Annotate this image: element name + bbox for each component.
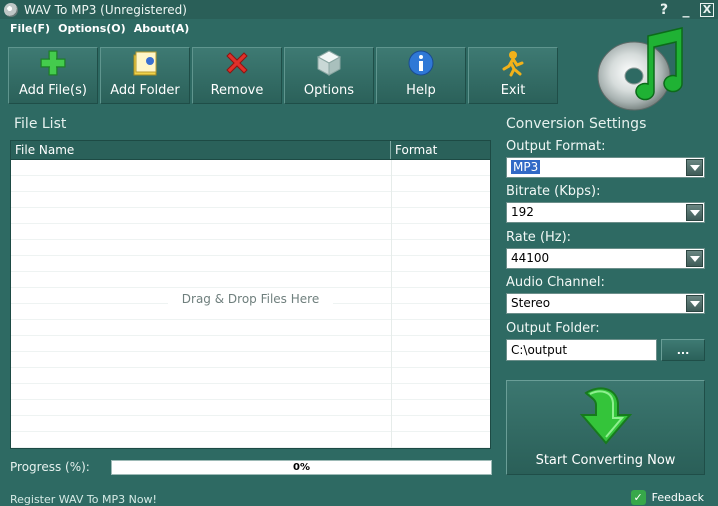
toolbar: Add File(s) Add Folder Remove Options He… [8, 47, 558, 104]
column-header-format[interactable]: Format [391, 141, 490, 159]
remove-label: Remove [210, 83, 264, 98]
title-bar: WAV To MP3 (Unregistered) ? _ X [0, 0, 718, 19]
plus-icon [39, 49, 67, 77]
menu-file[interactable]: File(F) [10, 22, 50, 38]
rate-value: 44100 [511, 251, 550, 265]
add-files-label: Add File(s) [19, 83, 87, 98]
exit-label: Exit [500, 83, 526, 98]
app-disc-icon [4, 2, 18, 17]
add-folder-label: Add Folder [110, 83, 180, 98]
feedback-label: Feedback [651, 491, 704, 504]
progress-bar: 0% [111, 460, 492, 475]
browse-folder-button[interactable]: ... [661, 339, 705, 361]
chevron-down-icon[interactable] [686, 204, 703, 221]
window-title: WAV To MP3 (Unregistered) [24, 2, 187, 17]
settings-title: Conversion Settings [506, 116, 647, 132]
options-label: Options [303, 83, 355, 98]
rate-label: Rate (Hz): [506, 230, 572, 245]
output-format-label: Output Format: [506, 139, 606, 154]
progress-label: Progress (%): [10, 460, 90, 474]
drop-hint-text: Drag & Drop Files Here [167, 292, 334, 306]
help-label: Help [406, 83, 436, 98]
menu-bar: File(F) Options(O) About(A) [10, 22, 189, 38]
column-header-file-name[interactable]: File Name [11, 141, 391, 159]
bitrate-label: Bitrate (Kbps): [506, 184, 601, 199]
menu-about[interactable]: About(A) [134, 22, 190, 38]
audio-channel-value: Stereo [511, 296, 551, 310]
audio-channel-label: Audio Channel: [506, 275, 605, 290]
register-link[interactable]: Register WAV To MP3 Now! [10, 493, 157, 506]
chevron-down-icon[interactable] [686, 250, 703, 267]
rate-select[interactable]: 44100 [506, 248, 705, 269]
window-controls: ? _ X [656, 0, 714, 19]
cd-music-logo [596, 22, 692, 118]
bitrate-value: 192 [511, 205, 534, 219]
help-button[interactable]: ? [656, 2, 672, 18]
file-list-header: File Name Format [11, 141, 490, 160]
exit-button[interactable]: Exit [468, 47, 558, 104]
file-list-title: File List [14, 116, 67, 132]
start-converting-label: Start Converting Now [535, 453, 676, 468]
folder-icon [131, 49, 159, 77]
output-folder-label: Output Folder: [506, 321, 600, 336]
start-converting-button[interactable]: Start Converting Now [506, 380, 705, 475]
bitrate-select[interactable]: 192 [506, 202, 705, 223]
add-folder-button[interactable]: Add Folder [100, 47, 190, 104]
green-down-arrow-icon [578, 385, 634, 445]
minimize-button[interactable]: _ [678, 2, 694, 18]
chevron-down-icon[interactable] [686, 295, 703, 312]
chevron-down-icon[interactable] [686, 159, 703, 176]
feedback-link[interactable]: ✓ Feedback [630, 490, 704, 505]
drop-hint: Drag & Drop Files Here [11, 292, 490, 306]
file-list[interactable]: File Name Format Drag & Drop Files Here [10, 140, 491, 449]
output-folder-input[interactable]: C:\output [506, 339, 657, 361]
add-files-button[interactable]: Add File(s) [8, 47, 98, 104]
info-icon [407, 49, 435, 77]
output-format-value: MP3 [511, 160, 541, 174]
output-format-select[interactable]: MP3 [506, 157, 705, 178]
file-list-body[interactable]: Drag & Drop Files Here [11, 160, 490, 448]
cube-icon [315, 49, 343, 77]
audio-channel-select[interactable]: Stereo [506, 293, 705, 314]
help-toolbar-button[interactable]: Help [376, 47, 466, 104]
status-bar: Register WAV To MP3 Now! ✓ Feedback [0, 490, 718, 506]
check-icon: ✓ [630, 490, 646, 505]
running-man-icon [499, 49, 527, 77]
close-button[interactable]: X [700, 2, 714, 17]
progress-text: 0% [293, 462, 310, 473]
options-button[interactable]: Options [284, 47, 374, 104]
red-x-icon [223, 49, 251, 77]
menu-options[interactable]: Options(O) [58, 22, 126, 38]
remove-button[interactable]: Remove [192, 47, 282, 104]
